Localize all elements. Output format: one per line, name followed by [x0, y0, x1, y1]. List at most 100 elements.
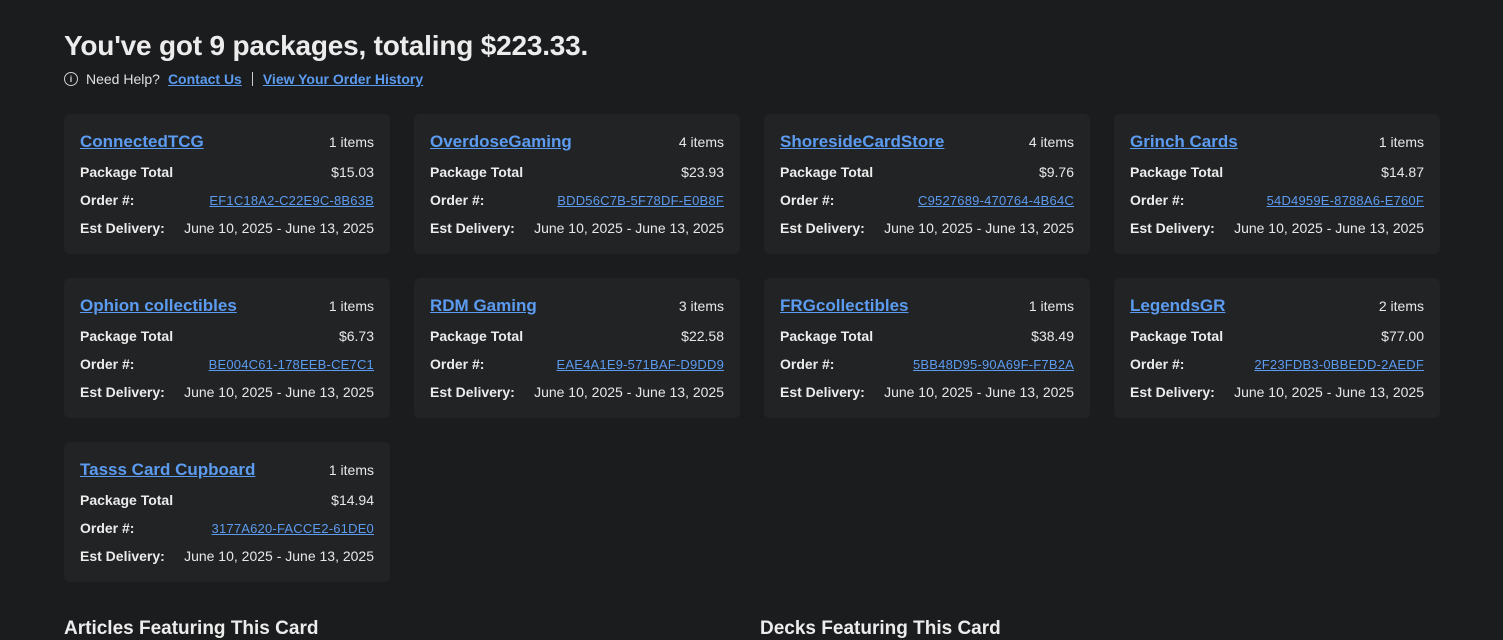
- package-card: RDM Gaming 3 items Package Total $22.58 …: [414, 278, 740, 418]
- order-number-link[interactable]: 2F23FDB3-0BBEDD-2AEDF: [1254, 357, 1424, 372]
- item-count: 2 items: [1378, 298, 1424, 314]
- seller-link[interactable]: ConnectedTCG: [80, 132, 204, 152]
- order-number-link[interactable]: BDD56C7B-5F78DF-E0B8F: [557, 193, 724, 208]
- order-number-label: Order #:: [780, 356, 835, 372]
- order-number-label: Order #:: [1130, 356, 1185, 372]
- est-delivery-label: Est Delivery:: [80, 220, 165, 236]
- package-total-row: Package Total $9.76: [780, 164, 1074, 180]
- package-total-label: Package Total: [430, 164, 524, 180]
- order-number-link[interactable]: EF1C18A2-C22E9C-8B63B: [209, 193, 374, 208]
- package-card: Ophion collectibles 1 items Package Tota…: [64, 278, 390, 418]
- delivery-row: Est Delivery: June 10, 2025 - June 13, 2…: [1130, 384, 1424, 400]
- est-delivery-value: June 10, 2025 - June 13, 2025: [184, 220, 374, 236]
- package-total-label: Package Total: [80, 164, 174, 180]
- package-card: Tasss Card Cupboard 1 items Package Tota…: [64, 442, 390, 582]
- delivery-row: Est Delivery: June 10, 2025 - June 13, 2…: [80, 220, 374, 236]
- package-card-header: ConnectedTCG 1 items: [80, 132, 374, 152]
- order-number-link[interactable]: BE004C61-178EEB-CE7C1: [209, 357, 374, 372]
- seller-link[interactable]: LegendsGR: [1130, 296, 1225, 316]
- package-total-value: $6.73: [338, 328, 374, 344]
- seller-link[interactable]: Ophion collectibles: [80, 296, 237, 316]
- package-total-value: $14.94: [331, 492, 374, 508]
- order-number-link[interactable]: 5BB48D95-90A69F-F7B2A: [913, 357, 1074, 372]
- divider: [251, 72, 253, 86]
- delivery-row: Est Delivery: June 10, 2025 - June 13, 2…: [430, 384, 724, 400]
- order-number-row: Order #: 3177A620-FACCE2-61DE0: [80, 520, 374, 536]
- order-number-row: Order #: 5BB48D95-90A69F-F7B2A: [780, 356, 1074, 372]
- package-total-row: Package Total $23.93: [430, 164, 724, 180]
- order-number-label: Order #:: [780, 192, 835, 208]
- package-card: Grinch Cards 1 items Package Total $14.8…: [1114, 114, 1440, 254]
- seller-link[interactable]: FRGcollectibles: [780, 296, 908, 316]
- package-total-label: Package Total: [80, 492, 174, 508]
- item-count: 1 items: [328, 462, 374, 478]
- contact-us-link[interactable]: Contact Us: [168, 71, 242, 87]
- seller-link[interactable]: Grinch Cards: [1130, 132, 1238, 152]
- order-number-link[interactable]: C9527689-470764-4B64C: [918, 193, 1074, 208]
- item-count: 4 items: [1028, 134, 1074, 150]
- est-delivery-label: Est Delivery:: [780, 384, 865, 400]
- seller-link[interactable]: OverdoseGaming: [430, 132, 572, 152]
- package-card-header: LegendsGR 2 items: [1130, 296, 1424, 316]
- seller-link[interactable]: ShoresideCardStore: [780, 132, 944, 152]
- package-total-label: Package Total: [1130, 164, 1224, 180]
- decks-section-title: Decks Featuring This Card: [760, 618, 1001, 639]
- est-delivery-value: June 10, 2025 - June 13, 2025: [534, 384, 724, 400]
- est-delivery-label: Est Delivery:: [780, 220, 865, 236]
- package-card-header: RDM Gaming 3 items: [430, 296, 724, 316]
- order-number-link[interactable]: EAE4A1E9-571BAF-D9DD9: [557, 357, 725, 372]
- delivery-row: Est Delivery: June 10, 2025 - June 13, 2…: [780, 220, 1074, 236]
- item-count: 1 items: [328, 134, 374, 150]
- est-delivery-label: Est Delivery:: [1130, 384, 1215, 400]
- package-total-value: $77.00: [1381, 328, 1424, 344]
- order-number-row: Order #: EF1C18A2-C22E9C-8B63B: [80, 192, 374, 208]
- order-number-row: Order #: C9527689-470764-4B64C: [780, 192, 1074, 208]
- delivery-row: Est Delivery: June 10, 2025 - June 13, 2…: [1130, 220, 1424, 236]
- order-number-link[interactable]: 3177A620-FACCE2-61DE0: [212, 521, 374, 536]
- order-number-row: Order #: EAE4A1E9-571BAF-D9DD9: [430, 356, 724, 372]
- help-label: Need Help?: [86, 71, 160, 87]
- est-delivery-value: June 10, 2025 - June 13, 2025: [534, 220, 724, 236]
- order-number-link[interactable]: 54D4959E-8788A6-E760F: [1267, 193, 1424, 208]
- seller-link[interactable]: RDM Gaming: [430, 296, 537, 316]
- est-delivery-label: Est Delivery:: [80, 548, 165, 564]
- package-total-value: $38.49: [1031, 328, 1074, 344]
- articles-section-title: Articles Featuring This Card: [64, 618, 319, 639]
- est-delivery-value: June 10, 2025 - June 13, 2025: [184, 384, 374, 400]
- item-count: 1 items: [328, 298, 374, 314]
- order-number-row: Order #: 54D4959E-8788A6-E760F: [1130, 192, 1424, 208]
- package-total-value: $14.87: [1381, 164, 1424, 180]
- order-number-label: Order #:: [430, 192, 485, 208]
- est-delivery-value: June 10, 2025 - June 13, 2025: [1234, 384, 1424, 400]
- item-count: 1 items: [1028, 298, 1074, 314]
- package-card-header: Tasss Card Cupboard 1 items: [80, 460, 374, 480]
- package-total-row: Package Total $22.58: [430, 328, 724, 344]
- package-total-label: Package Total: [780, 164, 874, 180]
- package-total-row: Package Total $38.49: [780, 328, 1074, 344]
- help-bar: i Need Help? Contact Us View Your Order …: [64, 70, 423, 88]
- package-card-header: ShoresideCardStore 4 items: [780, 132, 1074, 152]
- delivery-row: Est Delivery: June 10, 2025 - June 13, 2…: [430, 220, 724, 236]
- est-delivery-label: Est Delivery:: [430, 220, 515, 236]
- order-number-label: Order #:: [1130, 192, 1185, 208]
- delivery-row: Est Delivery: June 10, 2025 - June 13, 2…: [80, 384, 374, 400]
- est-delivery-value: June 10, 2025 - June 13, 2025: [1234, 220, 1424, 236]
- package-total-row: Package Total $77.00: [1130, 328, 1424, 344]
- package-total-value: $9.76: [1038, 164, 1074, 180]
- package-card-header: Ophion collectibles 1 items: [80, 296, 374, 316]
- package-total-value: $23.93: [681, 164, 724, 180]
- info-icon: i: [64, 72, 78, 86]
- package-card-header: OverdoseGaming 4 items: [430, 132, 724, 152]
- package-total-row: Package Total $15.03: [80, 164, 374, 180]
- item-count: 1 items: [1378, 134, 1424, 150]
- order-number-row: Order #: BDD56C7B-5F78DF-E0B8F: [430, 192, 724, 208]
- seller-link[interactable]: Tasss Card Cupboard: [80, 460, 255, 480]
- order-number-label: Order #:: [80, 520, 135, 536]
- est-delivery-label: Est Delivery:: [80, 384, 165, 400]
- est-delivery-value: June 10, 2025 - June 13, 2025: [184, 548, 374, 564]
- order-history-link[interactable]: View Your Order History: [263, 71, 423, 87]
- est-delivery-label: Est Delivery:: [1130, 220, 1215, 236]
- est-delivery-value: June 10, 2025 - June 13, 2025: [884, 220, 1074, 236]
- item-count: 3 items: [678, 298, 724, 314]
- order-number-row: Order #: BE004C61-178EEB-CE7C1: [80, 356, 374, 372]
